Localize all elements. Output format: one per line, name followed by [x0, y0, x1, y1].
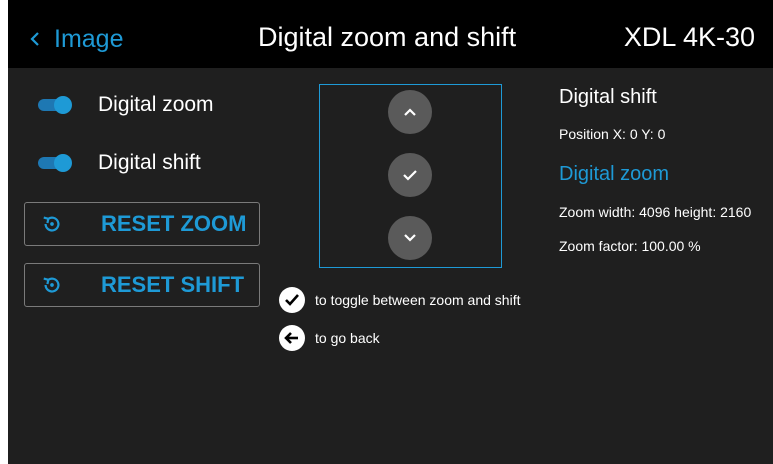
- back-label: Image: [54, 24, 124, 53]
- down-button[interactable]: [388, 216, 432, 260]
- checkmark-icon: [403, 170, 417, 181]
- arrow-left-circle-icon: [279, 325, 305, 351]
- reset-zoom-label: RESET ZOOM: [101, 211, 247, 236]
- confirm-button[interactable]: [388, 153, 432, 197]
- position-readout: Position X: 0 Y: 0: [559, 126, 666, 142]
- back-button[interactable]: Image: [30, 22, 123, 56]
- hint-back: to go back: [279, 325, 380, 351]
- digital-shift-label: Digital shift: [98, 151, 201, 174]
- zoom-factor-readout: Zoom factor: 100.00 %: [559, 238, 701, 254]
- digital-shift-heading: Digital shift: [559, 86, 657, 108]
- digital-shift-toggle[interactable]: [38, 154, 72, 172]
- chevron-down-icon: [404, 234, 416, 242]
- hint-toggle-text: to toggle between zoom and shift: [315, 292, 521, 308]
- chevron-left-icon: [30, 32, 39, 46]
- hint-toggle: to toggle between zoom and shift: [279, 287, 520, 313]
- hint-back-text: to go back: [315, 330, 380, 346]
- toggle-row-digital-zoom[interactable]: Digital zoom: [38, 93, 214, 117]
- reset-shift-button[interactable]: RESET SHIFT: [24, 263, 260, 307]
- model-name: XDL 4K-30: [623, 22, 755, 52]
- toggle-knob: [54, 96, 72, 114]
- header-bar: Image Digital zoom and shift XDL 4K-30: [8, 0, 773, 68]
- digital-zoom-label: Digital zoom: [98, 93, 214, 116]
- reset-icon: [43, 277, 60, 293]
- toggle-knob: [54, 154, 72, 172]
- reset-icon: [43, 216, 60, 232]
- up-button[interactable]: [388, 90, 432, 134]
- toggle-row-digital-shift[interactable]: Digital shift: [38, 151, 201, 175]
- zoom-size-readout: Zoom width: 4096 height: 2160: [559, 204, 752, 220]
- chevron-up-icon: [404, 108, 416, 116]
- page-title: Digital zoom and shift: [258, 22, 517, 52]
- screen: Image Digital zoom and shift XDL 4K-30 D…: [8, 0, 773, 464]
- reset-shift-label: RESET SHIFT: [101, 272, 245, 297]
- checkmark-circle-icon: [279, 287, 305, 313]
- navigation-pad: [319, 84, 502, 268]
- digital-zoom-heading: Digital zoom: [559, 163, 670, 185]
- reset-zoom-button[interactable]: RESET ZOOM: [24, 202, 260, 246]
- digital-zoom-toggle[interactable]: [38, 96, 72, 114]
